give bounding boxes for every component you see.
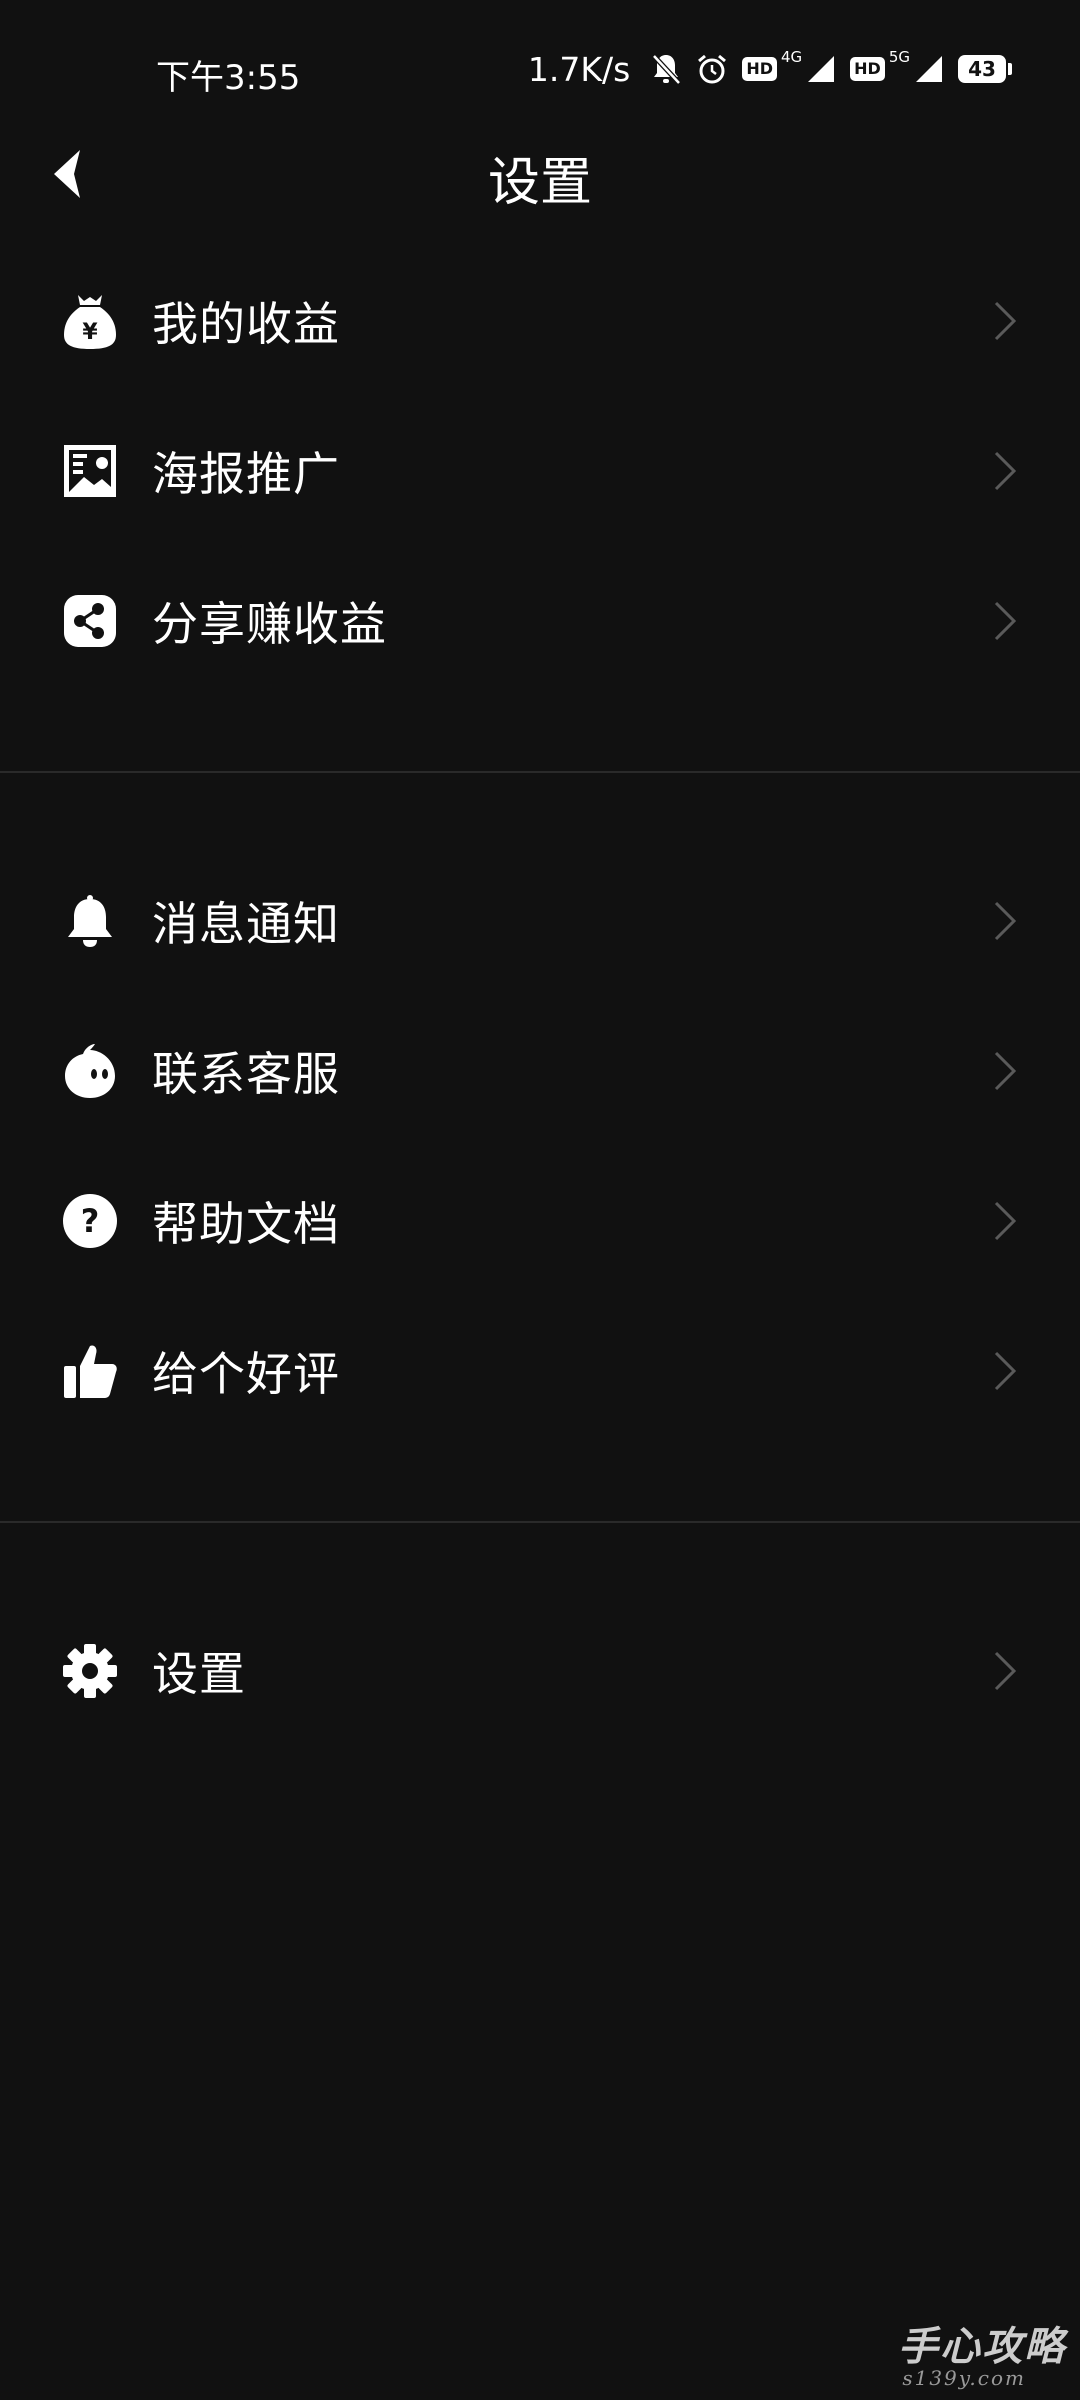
section-divider [0,1521,1080,1523]
chevron-right-icon [990,599,1020,643]
menu-label: 消息通知 [152,897,340,951]
menu-item-notifications[interactable]: 消息通知 [0,846,1080,996]
network-speed: 1.7K/s [527,49,631,89]
battery-level: 43 [958,55,1006,83]
network-type: 5G [888,48,910,66]
header: 设置 [0,130,1080,220]
watermark-logo: 手心攻略 [898,2323,1066,2370]
chevron-right-icon [990,299,1020,343]
hd-badge: HD [850,57,885,81]
menu-item-settings[interactable]: 设置 [0,1596,1080,1746]
menu-item-contact-service[interactable]: 联系客服 [0,996,1080,1146]
signal-icon [916,56,942,82]
share-icon [60,591,120,651]
menu-label: 帮助文档 [152,1197,340,1251]
status-time: 下午3:55 [156,58,301,98]
alarm-icon [696,53,728,85]
network-type: 4G [780,48,803,66]
hd-badge: HD [742,57,777,81]
chevron-right-icon [990,1049,1020,1093]
section-divider [0,771,1080,773]
watermark: 手心攻略 s139y.com [898,2314,1066,2390]
menu-group-earnings: ¥ 我的收益 海报推广 分享赚收益 [0,246,1080,696]
status-indicators: 1.7K/s HD 4G HD 5G 43 [528,46,1012,92]
menu-item-help-docs[interactable]: ? 帮助文档 [0,1146,1080,1296]
menu-label: 我的收益 [152,297,340,351]
chevron-right-icon [990,899,1020,943]
menu-label: 设置 [152,1647,246,1701]
svg-text:¥: ¥ [82,320,98,345]
help-icon: ? [60,1191,120,1251]
menu-group-settings: 设置 [0,1596,1080,1746]
menu-label: 给个好评 [152,1347,340,1401]
menu-label: 分享赚收益 [152,597,387,651]
sim1-indicator: HD 4G [742,48,836,84]
chevron-right-icon [990,1199,1020,1243]
svg-text:?: ? [81,1202,100,1240]
menu-group-support: 消息通知 联系客服 ? 帮助文档 给个好评 [0,846,1080,1446]
status-bar: 下午3:55 1.7K/s HD 4G HD 5G 43 [0,0,1080,140]
gear-icon [60,1641,120,1701]
thumbs-up-icon [60,1341,120,1401]
poster-icon [60,441,120,501]
chevron-right-icon [990,449,1020,493]
menu-label: 海报推广 [152,447,340,501]
battery-icon: 43 [958,55,1012,83]
bell-muted-icon [650,52,682,86]
menu-item-my-earnings[interactable]: ¥ 我的收益 [0,246,1080,396]
customer-service-icon [60,1041,120,1101]
menu-item-poster-promotion[interactable]: 海报推广 [0,396,1080,546]
menu-item-give-review[interactable]: 给个好评 [0,1296,1080,1446]
menu-item-share-earn[interactable]: 分享赚收益 [0,546,1080,696]
menu-label: 联系客服 [152,1047,340,1101]
bell-icon [60,891,120,951]
money-bag-icon: ¥ [60,291,120,351]
signal-icon [808,56,835,82]
page-title: 设置 [487,153,592,213]
chevron-right-icon [990,1649,1020,1693]
chevron-right-icon [990,1349,1020,1393]
sim2-indicator: HD 5G [850,48,944,84]
